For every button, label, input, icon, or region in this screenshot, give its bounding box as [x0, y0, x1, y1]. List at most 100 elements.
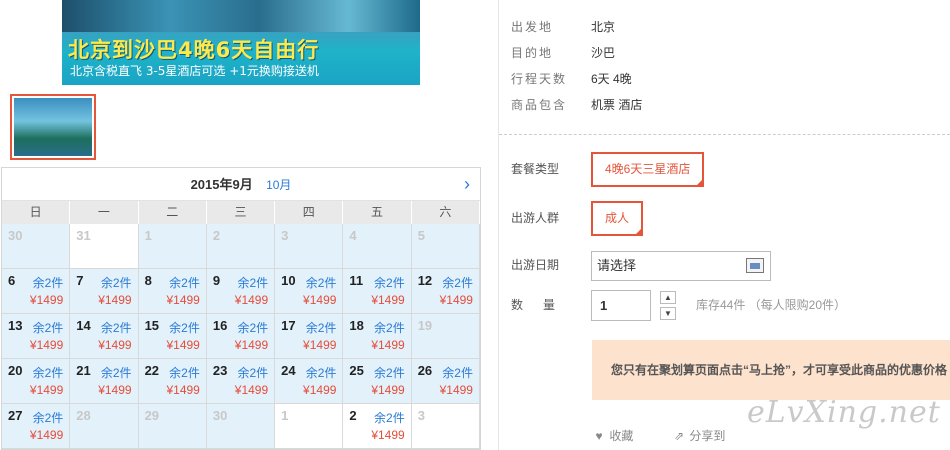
- calendar-day-cell[interactable]: 13 余2件 ¥1499: [2, 314, 71, 359]
- product-info-value: 沙巴: [591, 46, 616, 60]
- quantity-label: 数量: [511, 298, 576, 312]
- calendar-day-price: ¥1499: [371, 428, 405, 442]
- calendar-day-number: 16: [212, 318, 228, 333]
- calendar-day-number: 21: [76, 363, 91, 378]
- weekday-label: 六: [412, 201, 480, 224]
- weekday-label: 二: [139, 201, 207, 224]
- calendar-day-number: 26: [417, 363, 433, 378]
- calendar-day-stock: 余2件: [32, 276, 64, 290]
- calendar-day-price: ¥1499: [234, 383, 269, 397]
- package-option-selected[interactable]: 4晚6天三星酒店: [591, 152, 705, 187]
- calendar-day-cell[interactable]: 27 余2件 ¥1499: [2, 404, 71, 449]
- calendar-day-cell[interactable]: 9 余2件 ¥1499: [206, 269, 276, 314]
- calendar-day-cell: 28: [70, 404, 139, 449]
- calendar-day-cell: 30: [2, 224, 71, 269]
- calendar-day-cell[interactable]: 16 余2件 ¥1499: [206, 314, 276, 359]
- traveler-group-option-selected[interactable]: 成人: [591, 201, 644, 236]
- quantity-decrease-button[interactable]: ▼: [660, 307, 676, 320]
- calendar-icon[interactable]: [746, 258, 764, 273]
- calendar-day-stock: 余2件: [374, 321, 405, 335]
- calendar-day-number: 27: [8, 408, 23, 423]
- next-month-link[interactable]: 10月: [266, 178, 291, 192]
- share-button[interactable]: ⇗ 分享到: [672, 427, 725, 444]
- heart-icon: ♥: [595, 429, 603, 443]
- calendar-day-cell[interactable]: 18 余2件 ¥1499: [343, 314, 412, 359]
- calendar-day-cell[interactable]: 20 余2件 ¥1499: [2, 359, 71, 404]
- calendar-day-price: ¥1499: [166, 293, 200, 307]
- promo-notice-text: 您只有在聚划算页面点击“马上抢”，才可享受此商品的优惠价格: [611, 363, 948, 377]
- calendar-day-stock: 余2件: [374, 366, 405, 380]
- product-info-value: 机票 酒店: [591, 98, 643, 112]
- calendar-day-cell[interactable]: 14 余2件 ¥1499: [70, 314, 139, 359]
- calendar-day-stock: 余2件: [100, 321, 132, 335]
- product-info-label: 行程天数: [511, 72, 568, 86]
- calendar-day-price: ¥1499: [303, 293, 337, 307]
- calendar-day-cell[interactable]: 12 余2件 ¥1499: [411, 269, 480, 314]
- calendar-day-number: 1: [144, 228, 152, 243]
- dashed-divider: [499, 134, 950, 135]
- calendar-day-stock: 余2件: [237, 366, 269, 380]
- calendar-day-cell[interactable]: 11 余2件 ¥1499: [343, 269, 412, 314]
- calendar-day-cell[interactable]: 17 余2件 ¥1499: [275, 314, 344, 359]
- calendar-day-price: ¥1499: [303, 383, 337, 397]
- calendar-day-stock: 余2件: [169, 321, 200, 335]
- product-info-label: 出发地: [511, 20, 554, 34]
- weekday-label: 五: [343, 201, 412, 224]
- calendar-day-price: ¥1499: [439, 293, 473, 307]
- calendar-day-cell[interactable]: 24 余2件 ¥1499: [275, 359, 344, 404]
- calendar-day-cell[interactable]: 10 余2件 ¥1499: [275, 269, 344, 314]
- calendar-day-stock: 余2件: [374, 276, 405, 290]
- calendar-day-price: ¥1499: [166, 338, 200, 352]
- product-gallery-and-calendar: 北京到沙巴4晚6天自由行 北京含税直飞 3-5星酒店可选 +1元换购接送机 20…: [0, 0, 482, 450]
- stock-note: 库存44件 （每人限购20件）: [696, 298, 847, 312]
- travel-date-input[interactable]: 请选择: [591, 251, 771, 281]
- calendar-day-stock: 余2件: [442, 276, 473, 290]
- calendar-day-cell[interactable]: 26 余2件 ¥1499: [411, 359, 480, 404]
- product-thumbnail[interactable]: [10, 94, 96, 160]
- weekday-label: 日: [2, 201, 71, 224]
- travel-date-placeholder: 请选择: [597, 258, 637, 273]
- calendar-day-cell[interactable]: 8 余2件 ¥1499: [138, 269, 207, 314]
- banner-subtitle: 北京含税直飞 3-5星酒店可选 +1元换购接送机: [70, 64, 319, 78]
- chevron-right-icon[interactable]: ›: [464, 168, 470, 201]
- selected-corner-icon: [634, 227, 644, 236]
- calendar-day-price: ¥1499: [98, 293, 132, 307]
- calendar-day-number: 10: [281, 273, 296, 288]
- calendar-day-cell[interactable]: 23 余2件 ¥1499: [206, 359, 276, 404]
- calendar-day-stock: 余2件: [237, 321, 269, 335]
- calendar-grid: 30 31 1 2 3 4 5 6 余2件 ¥1499 7 余2件 ¥1499 8 余2件 ¥1499 9 余2件…: [2, 224, 480, 449]
- calendar-day-number: 28: [76, 408, 91, 423]
- product-info-label: 商品包含: [511, 98, 568, 112]
- calendar-day-cell[interactable]: 21 余2件 ¥1499: [70, 359, 139, 404]
- product-info-value: 北京: [591, 20, 616, 34]
- calendar-day-cell[interactable]: 25 余2件 ¥1499: [343, 359, 412, 404]
- weekday-header: 日一二三四五六: [2, 201, 480, 224]
- quantity-increase-button[interactable]: ▲: [660, 291, 676, 304]
- calendar-day-price: ¥1499: [303, 338, 337, 352]
- calendar-day-number: 31: [76, 228, 91, 243]
- calendar-day-price: ¥1499: [29, 383, 64, 397]
- quantity-input[interactable]: 1: [591, 290, 651, 321]
- product-info-label: 目的地: [511, 46, 554, 60]
- calendar-day-cell[interactable]: 22 余2件 ¥1499: [138, 359, 207, 404]
- calendar-day-stock: 余2件: [100, 366, 132, 380]
- package-option-text: 4晚6天三星酒店: [605, 162, 691, 176]
- calendar-day-number: 24: [281, 363, 296, 378]
- calendar-day-stock: 余2件: [237, 276, 269, 290]
- calendar-day-number: 19: [417, 318, 433, 333]
- calendar-day-cell[interactable]: 7 余2件 ¥1499: [70, 269, 139, 314]
- calendar-day-number: 18: [349, 318, 364, 333]
- calendar-day-cell: 5: [411, 224, 480, 269]
- product-info-value: 6天 4晚: [591, 72, 632, 86]
- calendar-day-cell[interactable]: 6 余2件 ¥1499: [2, 269, 71, 314]
- calendar-day-number: 3: [281, 228, 289, 243]
- favorite-button[interactable]: ♥ 收藏: [592, 427, 633, 444]
- calendar-day-price: ¥1499: [166, 383, 200, 397]
- calendar-day-stock: 余2件: [169, 276, 200, 290]
- calendar-day-number: 13: [8, 318, 23, 333]
- calendar-day-cell: 2: [206, 224, 276, 269]
- calendar-day-cell[interactable]: 2 余2件 ¥1499: [343, 404, 412, 449]
- calendar-day-price: ¥1499: [234, 293, 269, 307]
- calendar-day-price: ¥1499: [371, 338, 405, 352]
- calendar-day-cell[interactable]: 15 余2件 ¥1499: [138, 314, 207, 359]
